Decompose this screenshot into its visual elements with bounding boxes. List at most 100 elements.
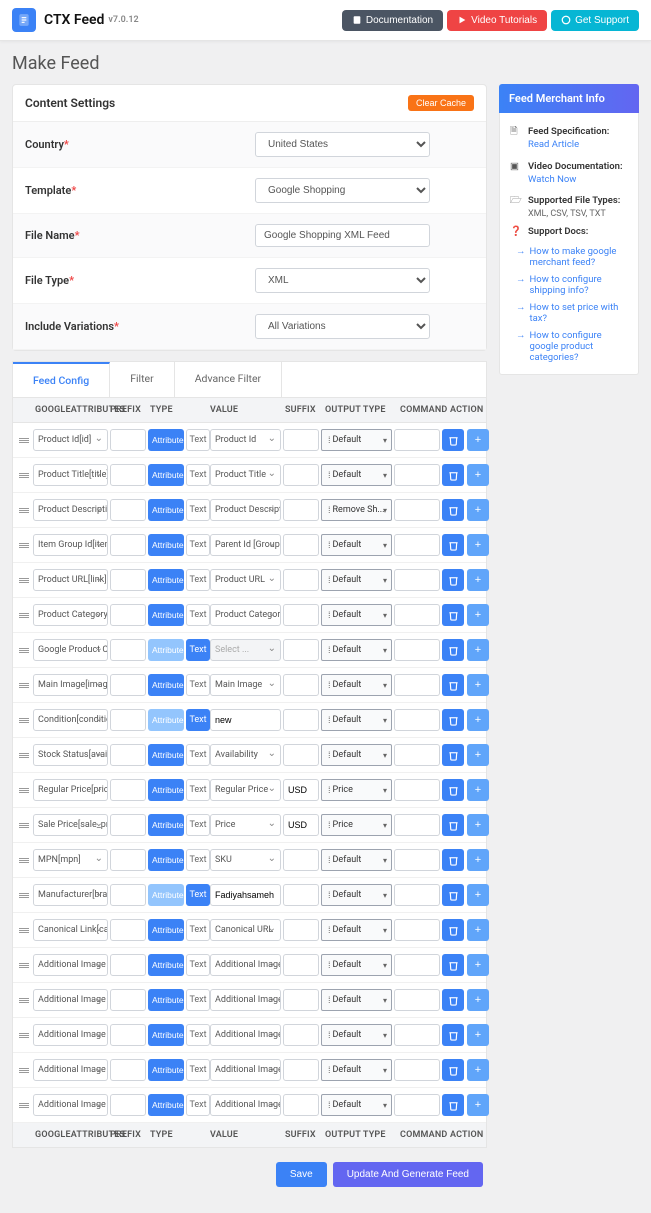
delete-row-button[interactable]: [442, 1024, 464, 1046]
suffix-input[interactable]: [283, 954, 319, 976]
type-attribute-button[interactable]: Attribute: [148, 954, 184, 976]
add-row-button[interactable]: +: [467, 709, 489, 731]
delete-row-button[interactable]: [442, 849, 464, 871]
suffix-input[interactable]: [283, 1024, 319, 1046]
value-field[interactable]: Product Description: [210, 499, 281, 521]
doc-link[interactable]: How to make google merchant feed?: [530, 246, 629, 268]
output-type-select[interactable]: Default: [321, 989, 392, 1011]
attribute-select[interactable]: Additional Image 3: [33, 1024, 108, 1046]
add-row-button[interactable]: +: [467, 954, 489, 976]
output-type-select[interactable]: Default: [321, 569, 392, 591]
type-attribute-button[interactable]: Attribute: [148, 884, 184, 906]
delete-row-button[interactable]: [442, 534, 464, 556]
attribute-select[interactable]: Google Product Category: [33, 639, 108, 661]
prefix-input[interactable]: [110, 429, 146, 451]
video-doc-link[interactable]: Watch Now: [528, 174, 576, 185]
suffix-input[interactable]: [283, 534, 319, 556]
add-row-button[interactable]: +: [467, 1094, 489, 1116]
command-input[interactable]: [394, 674, 440, 696]
prefix-input[interactable]: [110, 1024, 146, 1046]
attribute-select[interactable]: Regular Price[price]: [33, 779, 108, 801]
value-field[interactable]: Additional Image 1: [210, 954, 281, 976]
drag-handle-icon[interactable]: [17, 963, 31, 968]
value-field[interactable]: Product Title: [210, 464, 281, 486]
drag-handle-icon[interactable]: [17, 1033, 31, 1038]
type-text-button[interactable]: Text: [186, 464, 210, 486]
prefix-input[interactable]: [110, 604, 146, 626]
add-row-button[interactable]: +: [467, 989, 489, 1011]
tab-filter[interactable]: Filter: [110, 362, 174, 397]
output-type-select[interactable]: Default: [321, 1059, 392, 1081]
add-row-button[interactable]: +: [467, 849, 489, 871]
drag-handle-icon[interactable]: [17, 578, 31, 583]
type-text-button[interactable]: Text: [186, 639, 210, 661]
attribute-select[interactable]: Product Category: [33, 604, 108, 626]
command-input[interactable]: [394, 534, 440, 556]
type-text-button[interactable]: Text: [186, 1024, 210, 1046]
value-field[interactable]: Product URL: [210, 569, 281, 591]
type-attribute-button[interactable]: Attribute: [148, 569, 184, 591]
command-input[interactable]: [394, 1024, 440, 1046]
type-text-button[interactable]: Text: [186, 499, 210, 521]
drag-handle-icon[interactable]: [17, 1103, 31, 1108]
drag-handle-icon[interactable]: [17, 753, 31, 758]
prefix-input[interactable]: [110, 569, 146, 591]
command-input[interactable]: [394, 814, 440, 836]
delete-row-button[interactable]: [442, 429, 464, 451]
suffix-input[interactable]: [283, 779, 319, 801]
value-field[interactable]: Canonical URL: [210, 919, 281, 941]
suffix-input[interactable]: [283, 569, 319, 591]
command-input[interactable]: [394, 744, 440, 766]
get-support-button[interactable]: Get Support: [551, 10, 639, 31]
prefix-input[interactable]: [110, 849, 146, 871]
command-input[interactable]: [394, 499, 440, 521]
type-attribute-button[interactable]: Attribute: [148, 429, 184, 451]
output-type-select[interactable]: Default: [321, 954, 392, 976]
type-attribute-button[interactable]: Attribute: [148, 1094, 184, 1116]
add-row-button[interactable]: +: [467, 534, 489, 556]
delete-row-button[interactable]: [442, 604, 464, 626]
output-type-select[interactable]: Default: [321, 744, 392, 766]
type-text-button[interactable]: Text: [186, 604, 210, 626]
suffix-input[interactable]: [283, 1059, 319, 1081]
command-input[interactable]: [394, 569, 440, 591]
suffix-input[interactable]: [283, 814, 319, 836]
delete-row-button[interactable]: [442, 499, 464, 521]
type-attribute-button[interactable]: Attribute: [148, 814, 184, 836]
attribute-select[interactable]: Manufacturer[brand]: [33, 884, 108, 906]
value-field[interactable]: Additional Image 5: [210, 1094, 281, 1116]
country-select[interactable]: United States: [255, 132, 430, 157]
value-field[interactable]: [210, 884, 281, 906]
type-attribute-button[interactable]: Attribute: [148, 709, 184, 731]
command-input[interactable]: [394, 779, 440, 801]
suffix-input[interactable]: [283, 1094, 319, 1116]
delete-row-button[interactable]: [442, 779, 464, 801]
attribute-select[interactable]: MPN[mpn]: [33, 849, 108, 871]
command-input[interactable]: [394, 429, 440, 451]
value-field[interactable]: Parent Id [Group Id]: [210, 534, 281, 556]
drag-handle-icon[interactable]: [17, 508, 31, 513]
add-row-button[interactable]: +: [467, 429, 489, 451]
suffix-input[interactable]: [283, 919, 319, 941]
value-field[interactable]: [210, 709, 281, 731]
drag-handle-icon[interactable]: [17, 543, 31, 548]
documentation-button[interactable]: Documentation: [342, 10, 443, 31]
type-attribute-button[interactable]: Attribute: [148, 604, 184, 626]
value-field[interactable]: Regular Price: [210, 779, 281, 801]
type-text-button[interactable]: Text: [186, 709, 210, 731]
drag-handle-icon[interactable]: [17, 823, 31, 828]
drag-handle-icon[interactable]: [17, 893, 31, 898]
output-type-select[interactable]: Default: [321, 849, 392, 871]
prefix-input[interactable]: [110, 744, 146, 766]
delete-row-button[interactable]: [442, 814, 464, 836]
suffix-input[interactable]: [283, 884, 319, 906]
type-text-button[interactable]: Text: [186, 674, 210, 696]
output-type-select[interactable]: Default: [321, 709, 392, 731]
value-field[interactable]: Price: [210, 814, 281, 836]
type-attribute-button[interactable]: Attribute: [148, 1024, 184, 1046]
command-input[interactable]: [394, 464, 440, 486]
attribute-select[interactable]: Main Image[image_link]: [33, 674, 108, 696]
value-field[interactable]: SKU: [210, 849, 281, 871]
delete-row-button[interactable]: [442, 709, 464, 731]
prefix-input[interactable]: [110, 1059, 146, 1081]
